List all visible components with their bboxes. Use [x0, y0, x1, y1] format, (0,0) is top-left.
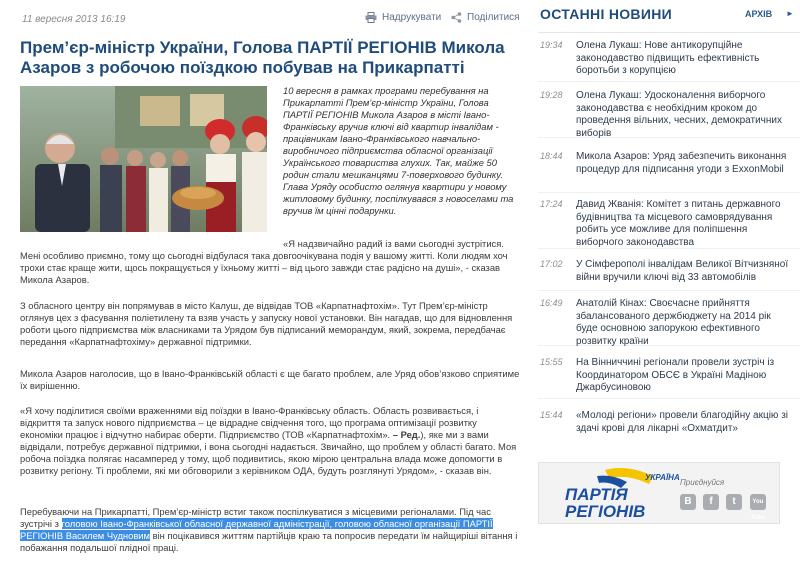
news-link[interactable]: Олена Лукаш: Нове антикорупційне законод…: [576, 40, 794, 78]
youtube-icon[interactable]: You Tube: [750, 494, 766, 521]
news-time: 15:55: [540, 357, 563, 367]
news-link[interactable]: На Вінниччині регіонали провели зустріч …: [576, 357, 794, 395]
news-item[interactable]: 19:34 Олена Лукаш: Нове антикорупційне з…: [538, 40, 800, 82]
news-time: 19:34: [540, 40, 563, 50]
quote1-start: «Я надзвичайно радий із вами сьогодні зу…: [283, 238, 504, 249]
print-label: Надрукувати: [382, 12, 442, 23]
article-lead: 10 вересня в рамках програми перебування…: [283, 85, 514, 216]
news-time: 17:02: [540, 259, 563, 269]
article-paragraph-1: «Я надзвичайно радий із вами сьогодні зу…: [20, 238, 520, 286]
news-link[interactable]: У Сімферополі інвалідам Великої Вітчизня…: [576, 259, 794, 284]
sidebar-title: ОСТАННІ НОВИНИ: [540, 6, 672, 22]
share-button[interactable]: Поділитися: [451, 12, 520, 23]
quote1-rest: Мені особливо приємно, тому що сьогодні …: [20, 250, 508, 285]
news-item[interactable]: 17:02 У Сімферополі інвалідам Великої Ві…: [538, 259, 800, 291]
news-item[interactable]: 15:55 На Вінниччині регіонали провели зу…: [538, 357, 800, 399]
article-paragraph-4: «Я хочу поділитися своїми враженнями від…: [20, 405, 520, 477]
chevron-right-icon: ►: [786, 9, 794, 18]
news-time: 16:49: [540, 298, 563, 308]
news-link[interactable]: Олена Лукаш: Удосконалення виборчого зак…: [576, 90, 794, 140]
news-item[interactable]: 18:44 Микола Азаров: Уряд забезпечить ви…: [538, 151, 800, 193]
archive-link[interactable]: АРХІВ: [745, 9, 772, 19]
news-item[interactable]: 15:44 «Молоді регіони» провели благодійн…: [538, 410, 800, 444]
facebook-icon[interactable]: f: [703, 494, 719, 510]
logo-ukraine-text: УКРАЇНА: [645, 473, 680, 482]
article: 11 вересня 2013 16:19 Надрукувати Поділи…: [20, 0, 520, 553]
latest-news-sidebar: ОСТАННІ НОВИНИ АРХІВ ► 19:34 Олена Лукаш…: [538, 0, 800, 434]
news-time: 18:44: [540, 151, 563, 161]
article-paragraph-2: З обласного центру він попрямував в міст…: [20, 300, 513, 347]
news-item[interactable]: 17:24 Давид Жванія: Комітет з питань дер…: [538, 199, 800, 249]
share-icon: [451, 12, 462, 23]
twitter-icon[interactable]: t: [726, 494, 742, 510]
news-item[interactable]: 19:28 Олена Лукаш: Удосконалення виборчо…: [538, 90, 800, 140]
editor-note: – Ред.: [392, 429, 421, 440]
news-link[interactable]: «Молоді регіони» провели благодійну акці…: [576, 410, 794, 435]
article-paragraph-3: Микола Азаров наголосив, що в Івано-Фран…: [20, 368, 520, 391]
party-logo[interactable]: УКРАЇНА ПАРТІЯ РЕГІОНІВ: [557, 466, 682, 521]
news-time: 15:44: [540, 410, 563, 420]
printer-icon: [365, 12, 377, 23]
news-link[interactable]: Анатолій Кінах: Своєчасне прийняття збал…: [576, 298, 794, 348]
join-label: Приєднуйся: [680, 478, 725, 487]
article-paragraph-5: Перебуваючи на Прикарпатті, Прем’єр-міні…: [20, 506, 520, 554]
article-photo[interactable]: [20, 86, 267, 232]
sidebar-header: ОСТАННІ НОВИНИ АРХІВ ►: [538, 0, 800, 33]
news-item[interactable]: 16:49 Анатолій Кінах: Своєчасне прийнятт…: [538, 298, 800, 348]
article-date: 11 вересня 2013 16:19: [22, 14, 126, 25]
vk-icon[interactable]: В: [680, 494, 696, 510]
print-button[interactable]: Надрукувати: [365, 12, 441, 23]
news-link[interactable]: Давид Жванія: Комітет з питань державног…: [576, 199, 794, 249]
article-meta-bar: 11 вересня 2013 16:19 Надрукувати Поділи…: [20, 0, 520, 40]
article-title: Прем’єр-міністр України, Голова ПАРТІЇ Р…: [20, 38, 505, 77]
news-time: 19:28: [540, 90, 563, 100]
share-label: Поділитися: [467, 12, 520, 23]
news-time: 17:24: [540, 199, 563, 209]
news-link[interactable]: Микола Азаров: Уряд забезпечить виконанн…: [576, 151, 794, 176]
logo-line2: РЕГІОНІВ: [565, 502, 645, 521]
article-photo-image: [20, 86, 267, 232]
party-banner[interactable]: УКРАЇНА ПАРТІЯ РЕГІОНІВ Приєднуйся В f t…: [538, 462, 780, 524]
